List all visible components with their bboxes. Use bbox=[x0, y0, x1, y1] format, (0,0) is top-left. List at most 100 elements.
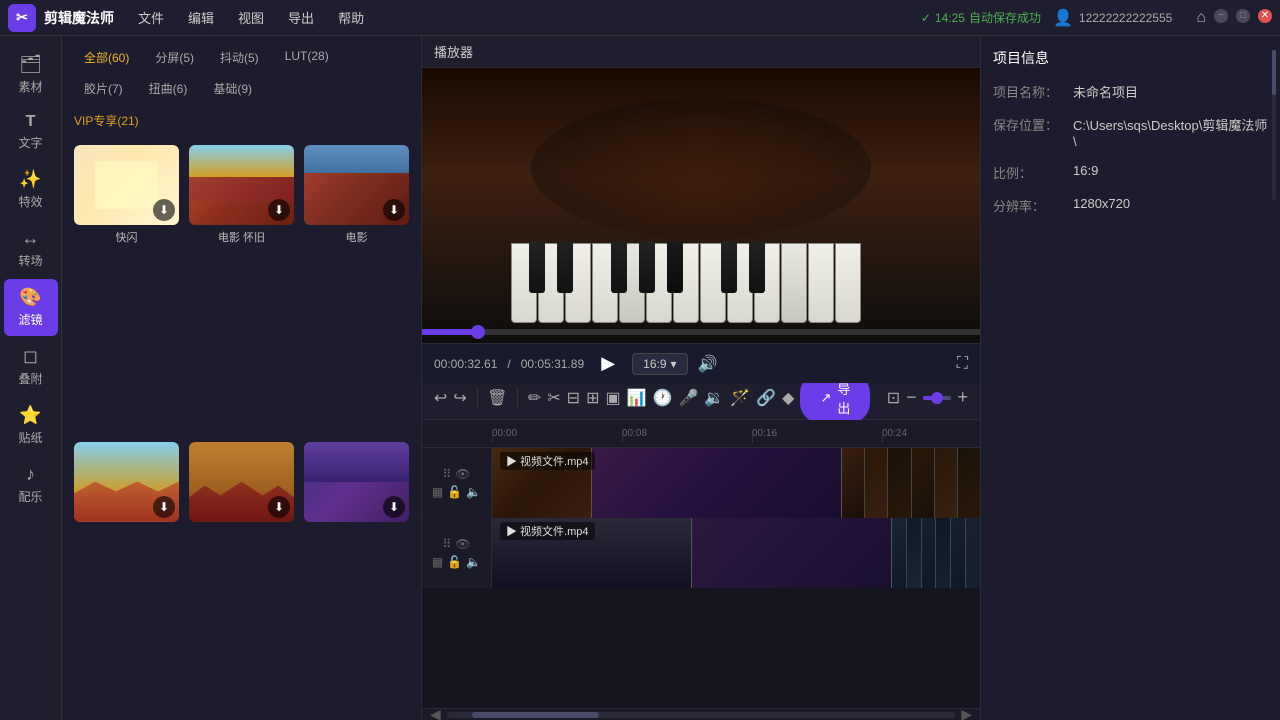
progress-fill bbox=[422, 329, 478, 335]
video-container bbox=[422, 68, 980, 343]
home-button[interactable]: ⌂ bbox=[1196, 9, 1206, 27]
track-2-audio-icon[interactable]: 🔈 bbox=[466, 555, 481, 569]
sidebar-item-overlay[interactable]: ◻ 叠附 bbox=[4, 338, 58, 395]
mic-button[interactable]: 🎤 bbox=[678, 384, 698, 412]
magic-button[interactable]: 🪄 bbox=[730, 384, 750, 412]
split-button[interactable]: ⊞ bbox=[586, 384, 599, 412]
ruler-track: 00:00 00:08 00:16 00:24 00:32 00:40 00:4… bbox=[492, 420, 980, 443]
cut-button[interactable]: ✂ bbox=[547, 384, 560, 412]
scroll-track[interactable] bbox=[447, 712, 955, 718]
current-time: 00:00:32.61 bbox=[434, 357, 497, 371]
filter-item-flash[interactable]: ⬇ 快闪 bbox=[74, 145, 179, 432]
clip-2-3[interactable] bbox=[892, 518, 980, 588]
export-icon: ↗ bbox=[820, 390, 831, 406]
ruler-tick-3 bbox=[882, 435, 883, 443]
download-icon[interactable]: ⬇ bbox=[268, 199, 290, 221]
filter-item-bridge2[interactable]: ⬇ bbox=[189, 442, 294, 713]
download-icon[interactable]: ⬇ bbox=[153, 496, 175, 518]
export-label: 导出 bbox=[837, 379, 850, 417]
download-icon[interactable]: ⬇ bbox=[153, 199, 175, 221]
tab-splitscreen[interactable]: 分屏(5) bbox=[145, 46, 204, 69]
progress-bar[interactable] bbox=[422, 329, 980, 335]
edit-button[interactable]: ✏ bbox=[528, 384, 541, 412]
sidebar-item-filter[interactable]: 🎨 滤镜 bbox=[4, 279, 58, 336]
tab-all[interactable]: 全部(60) bbox=[74, 46, 139, 69]
tab-shake[interactable]: 抖动(5) bbox=[210, 46, 269, 69]
right-panel-scrollbar[interactable] bbox=[1272, 50, 1276, 200]
delete-button[interactable]: 🗑 bbox=[487, 384, 507, 412]
track-1-ctrl-row1: ⠿ 👁 bbox=[442, 467, 470, 481]
maximize-button[interactable]: □ bbox=[1236, 9, 1250, 23]
menu-export[interactable]: 导出 bbox=[284, 4, 318, 31]
fullscreen-button[interactable]: ⛶ bbox=[957, 355, 968, 373]
voice-button[interactable]: 🔉 bbox=[704, 384, 724, 412]
undo-button[interactable]: ↩ bbox=[434, 384, 447, 412]
track-1-audio-icon[interactable]: 🔈 bbox=[466, 485, 481, 499]
filter-item-movie2[interactable]: ⬇ 电影 bbox=[304, 145, 409, 432]
progress-handle[interactable] bbox=[471, 325, 485, 339]
track-1-lock-icon[interactable]: 🔓 bbox=[447, 485, 462, 499]
tab-distort[interactable]: 扭曲(6) bbox=[139, 77, 198, 100]
track-2-layout-icon[interactable]: ▦ bbox=[432, 555, 443, 569]
scroll-thumb[interactable] bbox=[472, 712, 599, 718]
sidebar-item-transition[interactable]: ↔ 转场 bbox=[4, 220, 58, 277]
scroll-right-button[interactable]: ▶ bbox=[961, 706, 972, 720]
diamond-button[interactable]: ◆ bbox=[782, 384, 794, 412]
volume-button[interactable]: 🔊 bbox=[698, 354, 718, 374]
track-2-move-icon[interactable]: ⠿ bbox=[442, 537, 451, 551]
download-icon[interactable]: ⬇ bbox=[383, 199, 405, 221]
timeline: 00:00 00:08 00:16 00:24 00:32 00:40 00:4… bbox=[422, 420, 980, 720]
close-button[interactable]: ✕ bbox=[1258, 9, 1272, 23]
ratio-button[interactable]: 16:9 ▾ bbox=[632, 353, 687, 375]
zoom-in-button[interactable]: + bbox=[957, 387, 968, 408]
clock-button[interactable]: 🕐 bbox=[653, 384, 673, 412]
sidebar-item-sticker[interactable]: ⭐ 贴纸 bbox=[4, 397, 58, 454]
filter-item-bridge1[interactable]: ⬇ bbox=[74, 442, 179, 713]
download-icon[interactable]: ⬇ bbox=[383, 496, 405, 518]
track-1-layout-icon[interactable]: ▦ bbox=[432, 485, 443, 499]
zoom-out-button[interactable]: − bbox=[906, 387, 917, 408]
clip-1-2[interactable] bbox=[592, 448, 842, 518]
sidebar-item-text[interactable]: T 文字 bbox=[4, 105, 58, 159]
clip-1-3[interactable] bbox=[842, 448, 980, 518]
track-1-visible-icon[interactable]: 👁 bbox=[455, 467, 470, 481]
sidebar-item-material[interactable]: 🗂 素材 bbox=[4, 46, 58, 103]
minimize-button[interactable]: − bbox=[1214, 9, 1228, 23]
tab-lut[interactable]: LUT(28) bbox=[275, 46, 339, 69]
menu-view[interactable]: 视图 bbox=[234, 4, 268, 31]
menu-file[interactable]: 文件 bbox=[134, 4, 168, 31]
ruler-tick-0 bbox=[492, 435, 493, 443]
sidebar-item-effects[interactable]: ✨ 特效 bbox=[4, 161, 58, 218]
filter-item-movie1[interactable]: ⬇ 电影 怀旧 bbox=[189, 145, 294, 432]
effects-icon: ✨ bbox=[19, 169, 41, 190]
track-1-label: ▶ 视频文件.mp4 bbox=[500, 452, 595, 470]
zoom-slider[interactable] bbox=[923, 396, 952, 400]
user-info: 👤 12222222222555 bbox=[1053, 8, 1172, 28]
total-time: 00:05:31.89 bbox=[521, 357, 584, 371]
menu-edit[interactable]: 编辑 bbox=[184, 4, 218, 31]
scroll-left-button[interactable]: ◀ bbox=[430, 706, 441, 720]
track-2-lock-icon[interactable]: 🔓 bbox=[447, 555, 462, 569]
track-2-controls: ⠿ 👁 ▦ 🔓 🔈 bbox=[422, 518, 492, 587]
track-2-visible-icon[interactable]: 👁 bbox=[455, 537, 470, 551]
zoom-fit-button[interactable]: ⊡ bbox=[887, 384, 900, 412]
info-row-path: 保存位置： C:\Users\sqs\Desktop\剪辑魔法师\ bbox=[993, 115, 1268, 149]
filter-item-bridge3[interactable]: ⬇ bbox=[304, 442, 409, 713]
chart-button[interactable]: 📊 bbox=[627, 384, 647, 412]
tab-film[interactable]: 胶片(7) bbox=[74, 77, 133, 100]
menu-help[interactable]: 帮助 bbox=[334, 4, 368, 31]
save-label: 自动保存成功 bbox=[969, 9, 1041, 26]
play-button[interactable]: ▶ bbox=[594, 350, 622, 378]
sidebar-item-music[interactable]: ♪ 配乐 bbox=[4, 456, 58, 513]
download-icon[interactable]: ⬇ bbox=[268, 496, 290, 518]
crop-button[interactable]: ⊟ bbox=[567, 384, 580, 412]
frame-button[interactable]: ▣ bbox=[605, 384, 620, 412]
redo-button[interactable]: ↪ bbox=[453, 384, 466, 412]
user-icon: 👤 bbox=[1053, 8, 1073, 28]
ruler-mark-0: 00:00 bbox=[492, 428, 517, 439]
link-button[interactable]: 🔗 bbox=[756, 384, 776, 412]
tab-basic[interactable]: 基础(9) bbox=[203, 77, 262, 100]
vip-tag[interactable]: VIP专享(21) bbox=[74, 114, 139, 128]
track-1-move-icon[interactable]: ⠿ bbox=[442, 467, 451, 481]
clip-2-2[interactable] bbox=[692, 518, 892, 588]
